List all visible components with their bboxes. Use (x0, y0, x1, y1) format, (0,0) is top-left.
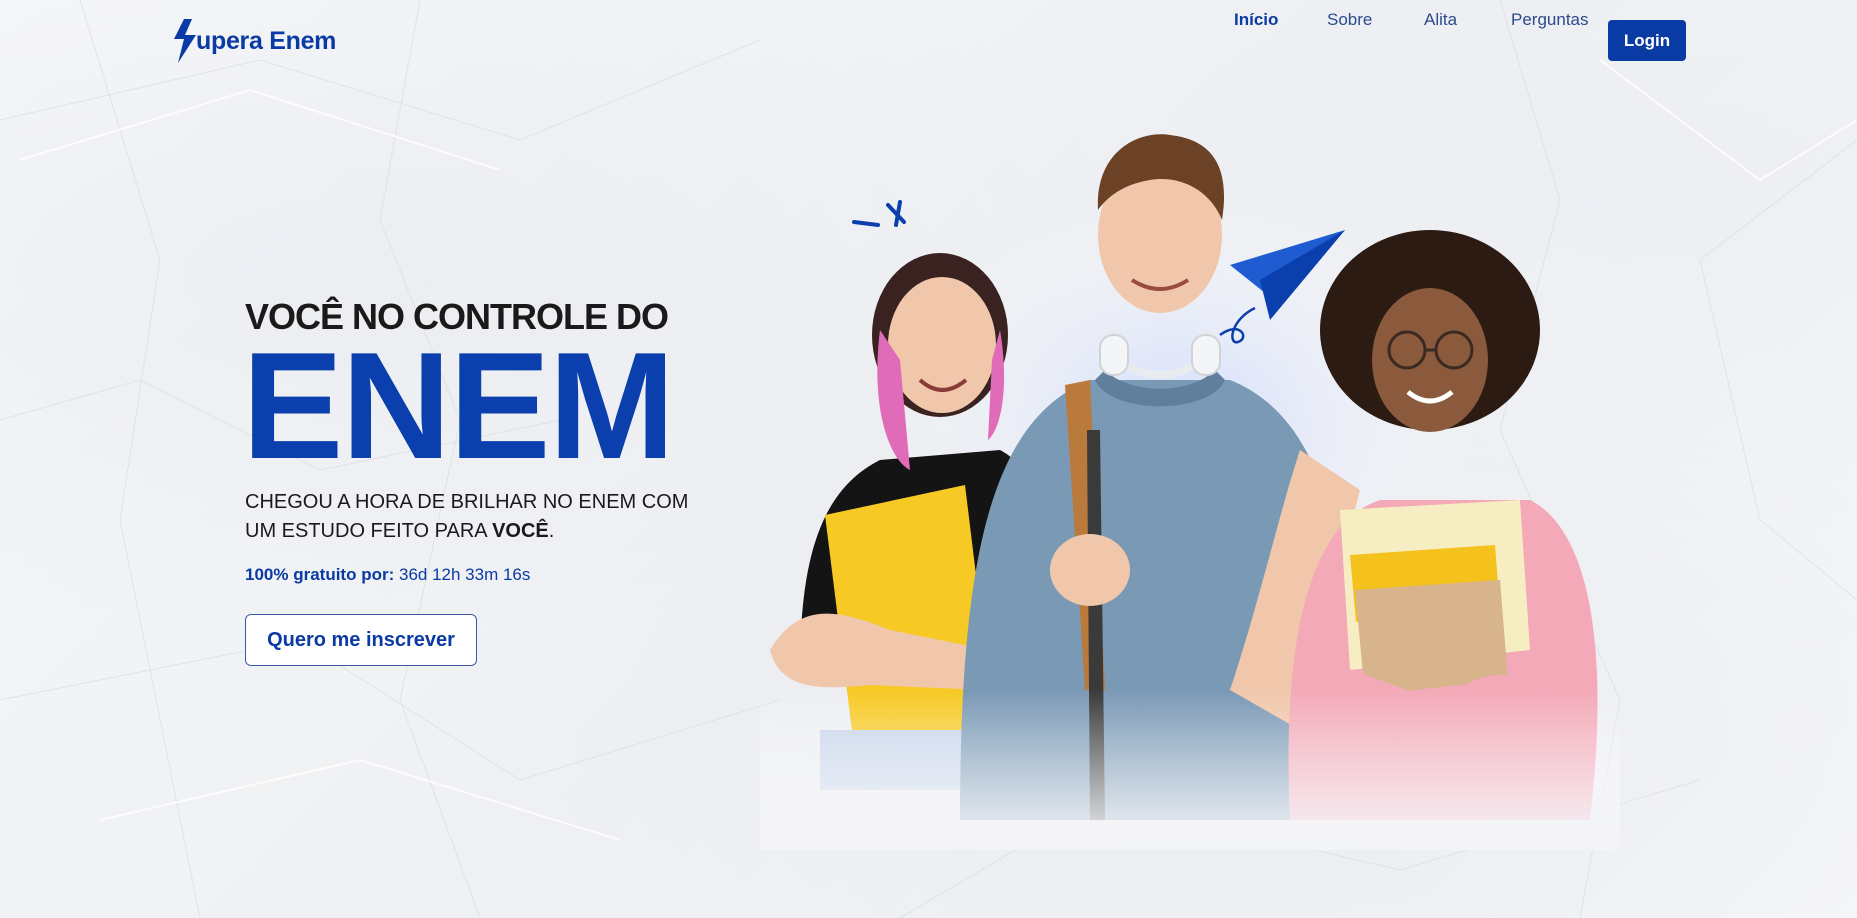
nav-link-perguntas[interactable]: Perguntas (1511, 0, 1589, 40)
spark-lines-icon (852, 200, 906, 227)
brand-name: upera Enem (196, 26, 337, 55)
three-students-photo (760, 134, 1620, 850)
countdown-label: 100% gratuito por: (245, 565, 395, 584)
signup-cta-button[interactable]: Quero me inscrever (245, 614, 477, 666)
brand-logo[interactable]: upera Enem (170, 18, 336, 64)
hero-subtitle: CHEGOU A HORA DE BRILHAR NO ENEM COM UM … (245, 488, 725, 546)
hero-title: ENEM (242, 321, 675, 491)
hero-subtitle-line1: CHEGOU A HORA DE BRILHAR NO ENEM COM (245, 491, 689, 513)
free-countdown: 100% gratuito por: 36d 12h 33m 16s (245, 565, 530, 585)
hero-subtitle-period: . (548, 520, 555, 542)
login-button[interactable]: Login (1608, 20, 1686, 61)
countdown-timer: 36d 12h 33m 16s (398, 565, 531, 584)
nav-link-inicio[interactable]: Início (1234, 0, 1278, 40)
hero-subtitle-emphasis: VOCÊ (492, 520, 549, 542)
top-navbar: upera Enem Início Sobre Alita Perguntas … (0, 0, 1857, 82)
nav-link-alita[interactable]: Alita (1424, 0, 1457, 40)
hero-subtitle-line2: UM ESTUDO FEITO PARA (245, 520, 493, 542)
nav-link-sobre[interactable]: Sobre (1327, 0, 1372, 40)
